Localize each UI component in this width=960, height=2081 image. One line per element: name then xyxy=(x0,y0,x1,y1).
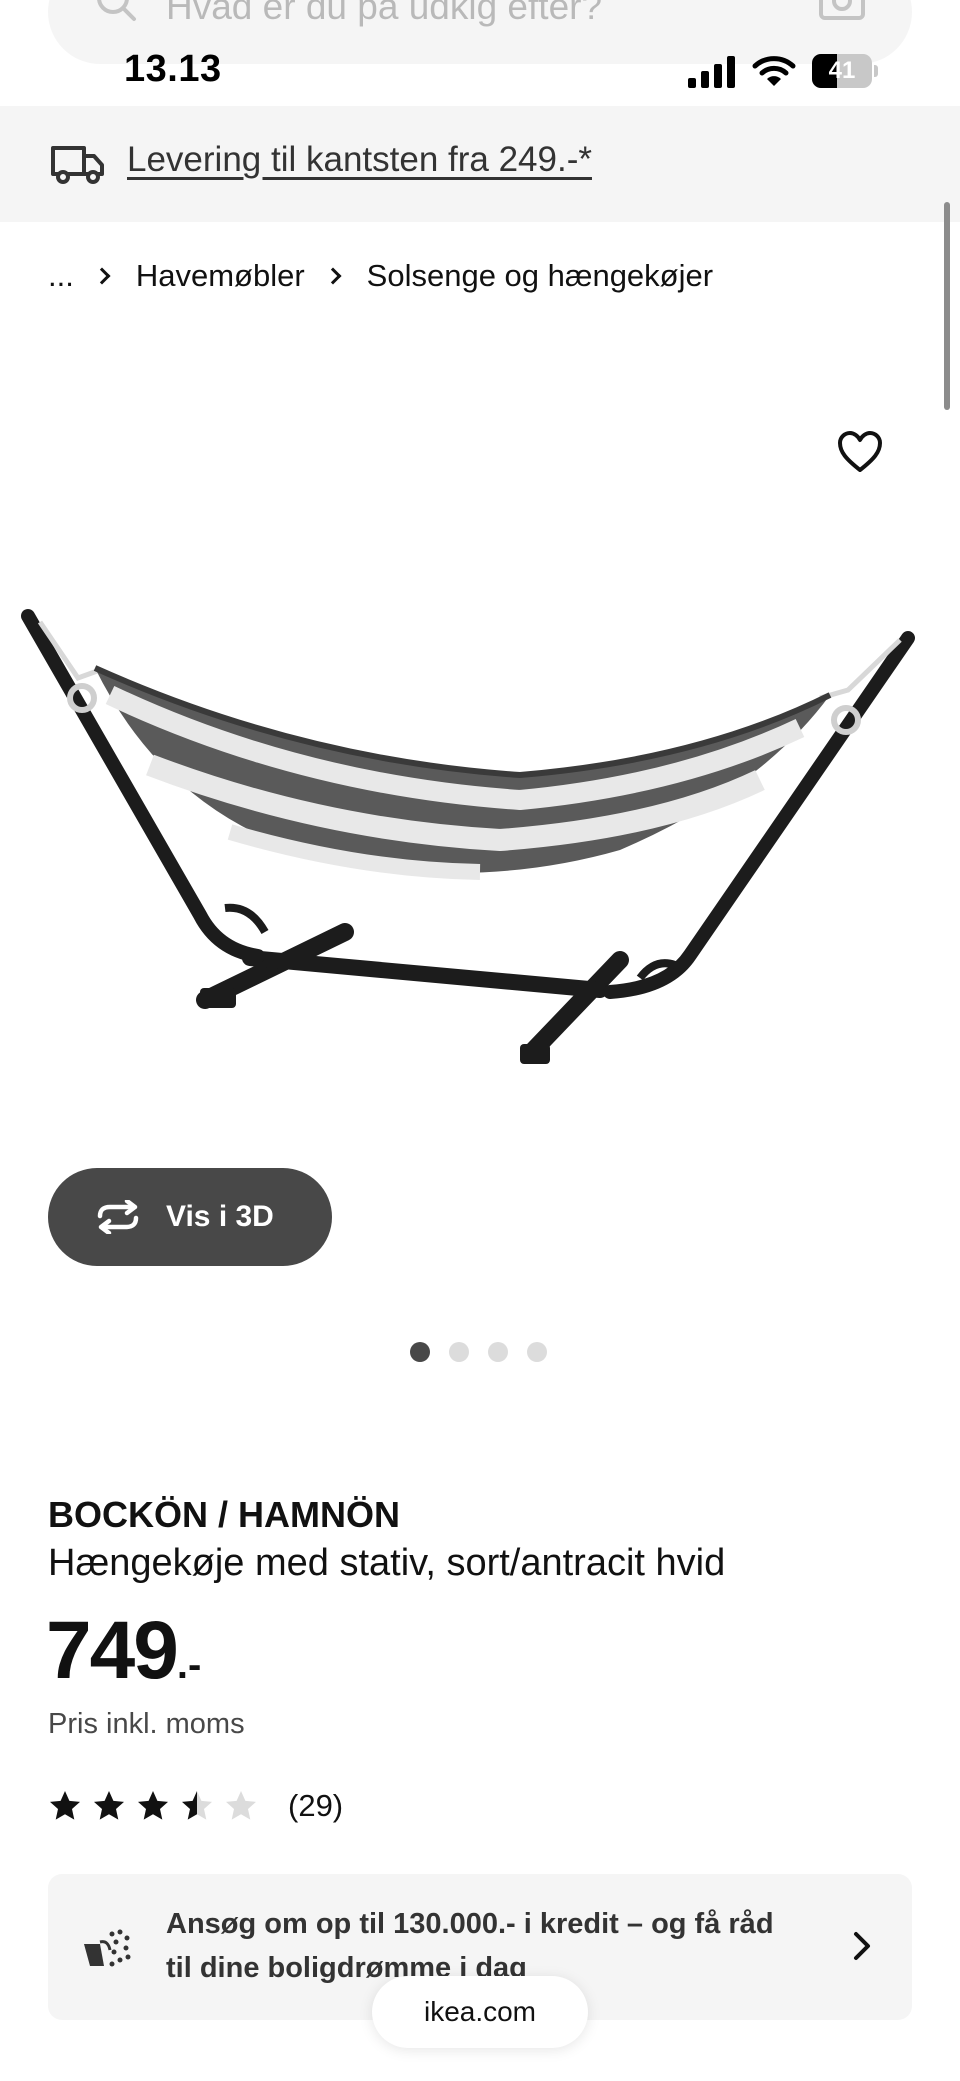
delivery-banner: Levering til kantsten fra 249.-* xyxy=(0,106,960,222)
price-note: Pris inkl. moms xyxy=(48,1708,245,1740)
product-price: 749.- xyxy=(46,1604,201,1698)
product-description: Hængekøje med stativ, sort/antracit hvid xyxy=(48,1542,726,1584)
view-in-3d-button[interactable]: Vis i 3D xyxy=(48,1168,332,1266)
star-icon xyxy=(94,1791,124,1820)
cellular-signal-icon xyxy=(688,56,735,88)
carousel-dot[interactable] xyxy=(410,1342,430,1362)
browser-url-bar[interactable]: ikea.com xyxy=(372,1976,588,2048)
product-image[interactable] xyxy=(0,560,960,1120)
breadcrumb-ellipsis[interactable]: ... xyxy=(48,258,74,294)
star-half-icon xyxy=(182,1791,212,1820)
chevron-right-icon xyxy=(324,267,342,285)
heart-icon[interactable] xyxy=(836,428,884,476)
star-empty-icon xyxy=(226,1791,256,1820)
breadcrumb-item-havemobler[interactable]: Havemøbler xyxy=(136,258,305,294)
star-icon xyxy=(138,1791,168,1820)
battery-indicator: 41 xyxy=(812,54,878,88)
carousel-dot[interactable] xyxy=(449,1342,469,1362)
url-text: ikea.com xyxy=(423,1996,537,2027)
page-scrollbar[interactable] xyxy=(944,202,950,410)
battery-level-text: 41 xyxy=(828,57,856,84)
carousel-dot[interactable] xyxy=(527,1342,547,1362)
rotate-3d-icon xyxy=(97,1200,139,1234)
search-icon xyxy=(97,0,136,21)
chevron-right-icon xyxy=(93,267,111,285)
wifi-icon xyxy=(752,56,796,86)
delivery-info-link[interactable]: Levering til kantsten fra 249.-* xyxy=(127,140,592,180)
breadcrumb: ... Havemøbler Solsenge og hængekøjer xyxy=(48,254,713,298)
status-time: 13.13 xyxy=(124,48,222,90)
view-in-3d-label: Vis i 3D xyxy=(166,1200,274,1233)
chevron-right-icon xyxy=(854,1932,870,1960)
rating-count: (29) xyxy=(288,1788,344,1823)
carousel-indicator xyxy=(410,1342,566,1362)
star-icon xyxy=(50,1791,80,1820)
product-rating[interactable]: (29) xyxy=(48,1786,343,1826)
truck-icon xyxy=(51,146,104,184)
camera-icon[interactable] xyxy=(818,0,866,28)
price-suffix: .- xyxy=(176,1643,202,1687)
search-input[interactable]: Hvad er du på udkig efter? xyxy=(166,0,602,28)
carousel-dot[interactable] xyxy=(488,1342,508,1362)
top-bar: Hvad er du på udkig efter? 13.13 41 xyxy=(0,0,960,106)
product-name: BOCKÖN / HAMNÖN xyxy=(48,1494,400,1535)
breadcrumb-item-solsenge[interactable]: Solsenge og hængekøjer xyxy=(367,258,713,294)
credit-icon xyxy=(84,1929,131,1967)
price-integer: 749 xyxy=(46,1605,179,1696)
